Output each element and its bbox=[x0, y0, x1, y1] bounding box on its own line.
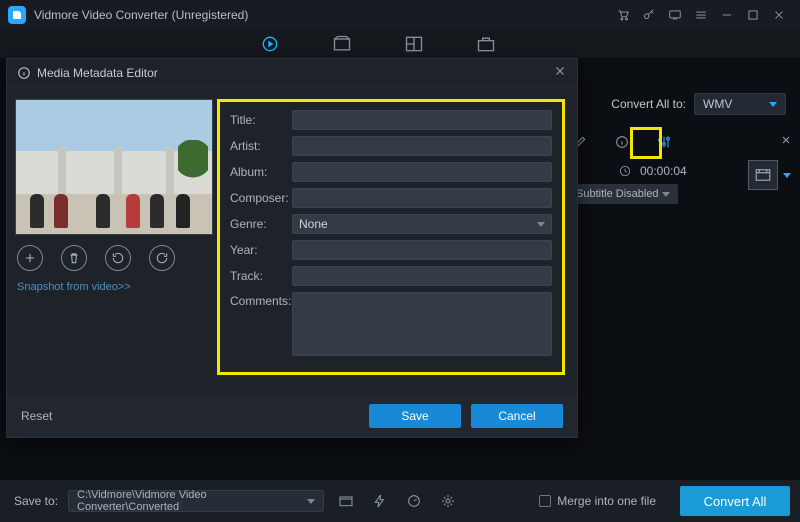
key-icon[interactable] bbox=[636, 2, 662, 28]
album-label: Album: bbox=[230, 165, 292, 179]
thumbnail-column: Snapshot from video>> bbox=[9, 99, 217, 395]
subtitle-select[interactable]: Subtitle Disabled bbox=[568, 184, 678, 204]
rotate-left-button[interactable] bbox=[105, 245, 131, 271]
comments-label: Comments: bbox=[230, 292, 292, 308]
add-cover-button[interactable] bbox=[17, 245, 43, 271]
convert-all-format-value: WMV bbox=[703, 97, 732, 111]
save-path-select[interactable]: C:\Vidmore\Vidmore Video Converter\Conve… bbox=[68, 490, 324, 512]
convert-all-format-select[interactable]: WMV bbox=[694, 93, 786, 115]
settings-gear-button[interactable] bbox=[436, 490, 460, 512]
dialog-footer: Reset Save Cancel bbox=[7, 395, 577, 437]
bottom-bar: Save to: C:\Vidmore\Vidmore Video Conver… bbox=[0, 480, 800, 522]
app-logo bbox=[8, 6, 26, 24]
rotate-right-button[interactable] bbox=[149, 245, 175, 271]
chevron-down-icon bbox=[662, 192, 670, 197]
app-title: Vidmore Video Converter (Unregistered) bbox=[34, 8, 248, 22]
year-label: Year: bbox=[230, 243, 292, 257]
track-label: Track: bbox=[230, 269, 292, 283]
composer-label: Composer: bbox=[230, 191, 292, 205]
tab-media-icon[interactable] bbox=[330, 32, 354, 56]
hardware-accel-button[interactable] bbox=[368, 490, 392, 512]
top-tab-row bbox=[0, 30, 800, 58]
checkbox-icon bbox=[539, 495, 551, 507]
chevron-down-icon bbox=[769, 102, 777, 107]
feedback-icon[interactable] bbox=[662, 2, 688, 28]
comments-input[interactable] bbox=[292, 292, 552, 356]
clip-duration: 00:00:04 bbox=[640, 164, 687, 178]
info-icon bbox=[17, 66, 31, 80]
composer-input[interactable] bbox=[292, 188, 552, 208]
clip-close-icon[interactable] bbox=[780, 134, 792, 149]
chevron-down-icon bbox=[537, 222, 545, 227]
genre-select[interactable]: None bbox=[292, 214, 552, 234]
metadata-form: Title: Artist: Album: Composer: Genre: N… bbox=[217, 99, 565, 395]
reset-button[interactable]: Reset bbox=[21, 409, 52, 423]
merge-label: Merge into one file bbox=[557, 494, 656, 508]
maximize-icon[interactable] bbox=[740, 2, 766, 28]
menu-icon[interactable] bbox=[688, 2, 714, 28]
output-format-button[interactable] bbox=[748, 160, 778, 190]
cover-thumbnail[interactable] bbox=[15, 99, 213, 235]
dialog-title: Media Metadata Editor bbox=[37, 66, 158, 80]
delete-cover-button[interactable] bbox=[61, 245, 87, 271]
dialog-close-icon[interactable] bbox=[553, 64, 567, 81]
year-input[interactable] bbox=[292, 240, 552, 260]
cart-icon[interactable] bbox=[610, 2, 636, 28]
clock-icon bbox=[618, 164, 632, 178]
tab-collage-icon[interactable] bbox=[402, 32, 426, 56]
dialog-titlebar: Media Metadata Editor bbox=[7, 59, 577, 87]
metadata-info-icon[interactable] bbox=[614, 134, 630, 153]
snapshot-from-video-link[interactable]: Snapshot from video>> bbox=[15, 281, 211, 293]
chevron-down-icon bbox=[307, 499, 315, 504]
album-input[interactable] bbox=[292, 162, 552, 182]
subtitle-value: Subtitle Disabled bbox=[576, 188, 659, 200]
artist-input[interactable] bbox=[292, 136, 552, 156]
genre-label: Genre: bbox=[230, 217, 292, 231]
save-button[interactable]: Save bbox=[369, 404, 461, 428]
high-speed-button[interactable] bbox=[402, 490, 426, 512]
convert-all-label: Convert All to: bbox=[611, 97, 686, 111]
minimize-icon[interactable] bbox=[714, 2, 740, 28]
track-input[interactable] bbox=[292, 266, 552, 286]
title-label: Title: bbox=[230, 113, 292, 127]
cancel-button[interactable]: Cancel bbox=[471, 404, 563, 428]
convert-all-row: Convert All to: WMV bbox=[611, 93, 786, 115]
tab-converter-icon[interactable] bbox=[258, 32, 282, 56]
merge-checkbox[interactable]: Merge into one file bbox=[539, 494, 656, 508]
titlebar: Vidmore Video Converter (Unregistered) bbox=[0, 0, 800, 30]
enhance-icon[interactable] bbox=[656, 134, 672, 153]
close-window-icon[interactable] bbox=[766, 2, 792, 28]
save-path-value: C:\Vidmore\Vidmore Video Converter\Conve… bbox=[77, 489, 307, 513]
tab-toolbox-icon[interactable] bbox=[474, 32, 498, 56]
save-to-label: Save to: bbox=[14, 494, 58, 508]
clip-info-strip: 00:00:04 Subtitle Disabled bbox=[560, 128, 800, 208]
chevron-down-icon bbox=[783, 173, 791, 178]
convert-all-button[interactable]: Convert All bbox=[680, 486, 790, 516]
metadata-editor-dialog: Media Metadata Editor Snapshot from vide… bbox=[6, 58, 578, 438]
title-input[interactable] bbox=[292, 110, 552, 130]
open-folder-button[interactable] bbox=[334, 490, 358, 512]
artist-label: Artist: bbox=[230, 139, 292, 153]
format-wmv-icon bbox=[754, 166, 772, 184]
genre-value: None bbox=[299, 217, 328, 231]
highlight-metadata-form: Title: Artist: Album: Composer: Genre: N… bbox=[217, 99, 565, 375]
